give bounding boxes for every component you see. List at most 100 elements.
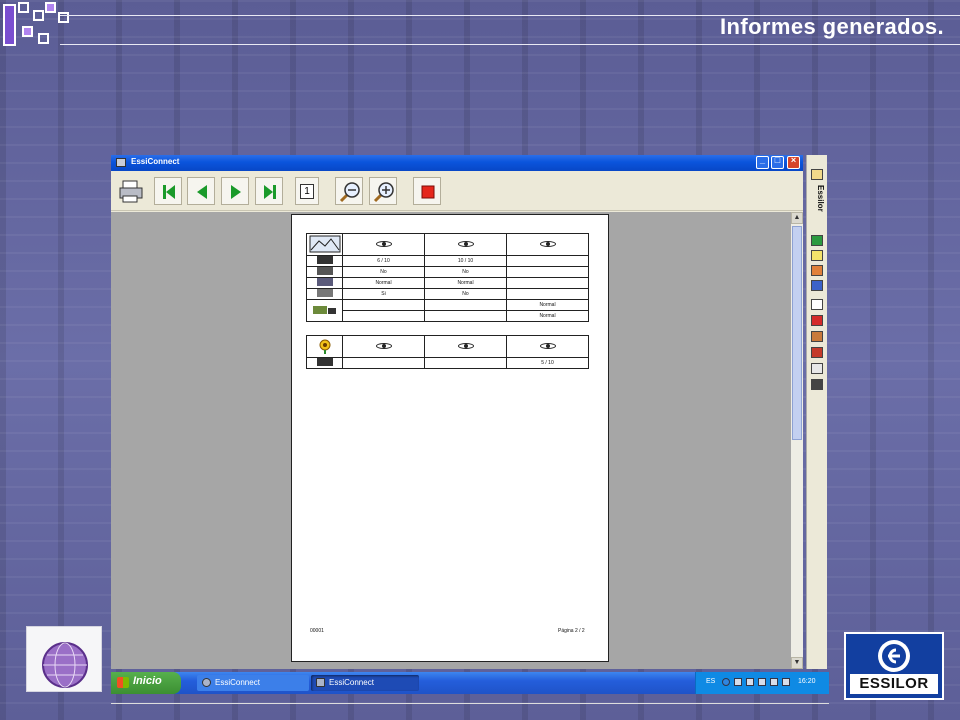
volume-icon[interactable] — [782, 678, 790, 686]
essiconnect-logo — [26, 626, 102, 692]
notes-icon[interactable] — [811, 250, 823, 261]
folder-icon[interactable] — [811, 169, 823, 180]
page-number: 1 — [300, 184, 314, 199]
safely-remove-icon[interactable] — [746, 678, 754, 686]
eye-icon — [539, 342, 556, 349]
sunflower-icon — [306, 335, 343, 358]
task-label: EssiConnect — [329, 678, 374, 687]
table-cell: Normal — [342, 277, 425, 289]
last-page-button[interactable] — [255, 177, 283, 205]
print-button[interactable] — [117, 177, 145, 205]
network-icon[interactable] — [722, 678, 730, 686]
vertical-scrollbar[interactable]: ▲ ▼ — [791, 212, 803, 669]
report-id: 00001 — [310, 628, 324, 634]
windows-taskbar: Inicio EssiConnect EssiConnect ES 16:20 — [111, 672, 829, 694]
scroll-up-icon[interactable]: ▲ — [791, 212, 803, 224]
prev-page-button[interactable] — [187, 177, 215, 205]
app-icon — [116, 158, 126, 167]
logo-square — [58, 12, 69, 23]
page-number-box[interactable]: 1 — [295, 177, 319, 205]
shield-icon[interactable] — [770, 678, 778, 686]
essilor-logo: ESSILOR — [844, 632, 944, 700]
table-header-row — [306, 335, 589, 358]
excel-icon[interactable] — [811, 235, 823, 246]
table-cell — [424, 299, 507, 311]
left-eye-header — [424, 233, 507, 256]
minimize-button[interactable]: _ — [756, 155, 769, 169]
table-cell — [506, 255, 589, 267]
user-icon[interactable] — [811, 363, 823, 374]
zoom-out-button[interactable] — [335, 177, 363, 205]
scroll-thumb[interactable] — [792, 226, 802, 440]
table-row: Normal Normal — [306, 277, 589, 289]
powerpoint-icon[interactable] — [811, 265, 823, 276]
table-row: Normal — [307, 310, 589, 322]
word-icon[interactable] — [811, 280, 823, 291]
color-vision-icon — [306, 277, 343, 289]
right-eye-header — [342, 335, 425, 358]
table-row: Normal — [306, 299, 589, 322]
table-cell: No — [342, 266, 425, 278]
last-page-icon — [264, 185, 276, 199]
window-titlebar[interactable]: EssiConnect _ □ × — [111, 155, 803, 171]
both-eyes-header — [506, 233, 589, 256]
tool-icon[interactable] — [811, 315, 823, 326]
report-table-2: 5 / 10 — [306, 335, 589, 369]
minimize-icon: _ — [759, 155, 765, 165]
table-cell: No — [424, 288, 507, 300]
report-table-1: 6 / 10 10 / 10 No No Normal Normal Si No… — [306, 233, 589, 322]
close-button[interactable]: × — [787, 155, 800, 169]
stop-icon — [421, 185, 435, 199]
taskbar-item-essiconnect-1[interactable]: EssiConnect — [197, 675, 309, 691]
table-cell — [506, 277, 589, 289]
eye-icon — [375, 240, 392, 247]
visual-acuity-icon — [306, 255, 343, 267]
table-cell — [506, 266, 589, 278]
taskbar-item-essiconnect-2[interactable]: EssiConnect — [311, 675, 419, 691]
prev-page-icon — [197, 185, 207, 199]
app-window-icon — [316, 678, 325, 687]
printer-tray-icon[interactable] — [734, 678, 742, 686]
table-row: 5 / 10 — [306, 357, 589, 369]
maximize-button[interactable]: □ — [771, 155, 784, 169]
zoom-out-icon — [339, 182, 360, 203]
language-indicator[interactable]: ES — [706, 678, 715, 685]
bookmark-icon[interactable] — [811, 347, 823, 358]
table-cell: Normal — [506, 310, 589, 322]
printer-icon — [119, 180, 143, 203]
maximize-icon: □ — [774, 155, 781, 165]
landscape-icon — [306, 233, 343, 256]
window-title: EssiConnect — [131, 157, 180, 166]
next-page-button[interactable] — [221, 177, 249, 205]
system-tray: ES 16:20 — [695, 672, 829, 694]
table-row: Si No — [306, 288, 589, 300]
first-page-button[interactable] — [154, 177, 182, 205]
stop-button[interactable] — [413, 177, 441, 205]
scroll-down-icon[interactable]: ▼ — [791, 657, 803, 669]
logo-square — [45, 2, 56, 13]
eye-icon — [457, 240, 474, 247]
sidebar-brand: Essilor — [816, 185, 825, 212]
field-icon — [306, 299, 343, 322]
table-cell — [342, 299, 425, 311]
eye-icon — [457, 342, 474, 349]
start-button[interactable]: Inicio — [111, 672, 181, 694]
first-page-icon — [163, 185, 175, 199]
table-cell — [506, 288, 589, 300]
exit-icon[interactable] — [811, 379, 823, 390]
divider-bottom — [111, 703, 829, 704]
person-icon[interactable] — [811, 331, 823, 342]
binocular-icon — [306, 266, 343, 278]
document-icon[interactable] — [811, 299, 823, 310]
zoom-in-button[interactable] — [369, 177, 397, 205]
start-label: Inicio — [133, 675, 162, 687]
visual-acuity-icon — [306, 357, 343, 369]
essilor-sidebar: Essilor — [806, 155, 827, 669]
right-eye-header — [342, 233, 425, 256]
table-cell: 5 / 10 — [506, 357, 589, 369]
table-cell: Normal — [424, 277, 507, 289]
report-page: 6 / 10 10 / 10 No No Normal Normal Si No… — [291, 214, 609, 662]
table-cell: 6 / 10 — [342, 255, 425, 267]
close-icon: × — [790, 155, 797, 165]
monitor-icon[interactable] — [758, 678, 766, 686]
